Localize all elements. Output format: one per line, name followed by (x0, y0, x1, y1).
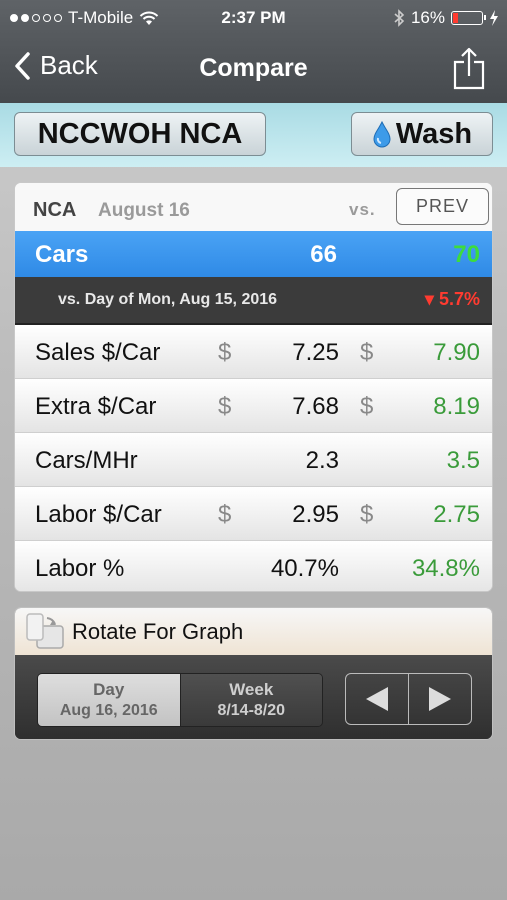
cars-current: 66 (310, 241, 337, 268)
metric-row: Extra $/Car $ 7.68 $ 8.19 (15, 379, 492, 433)
segment-day-date: Aug 16, 2016 (59, 702, 158, 719)
page-title: Compare (199, 54, 308, 82)
period-controls: Day Aug 16, 2016 Week 8/14-8/20 (15, 655, 492, 739)
metric-label: Labor % (35, 555, 125, 582)
triangle-left-icon (366, 687, 388, 711)
metric-current: 2.95 (292, 501, 339, 528)
metric-row: Cars/MHr 2.3 3.5 (15, 433, 492, 487)
water-drop-icon (373, 120, 391, 148)
metric-compare: 2.75 (433, 501, 480, 528)
prev-button[interactable]: PREV (396, 188, 489, 225)
card-header: NCA August 16 vs. PREV (15, 183, 492, 231)
bluetooth-icon (394, 9, 405, 27)
site-select-button[interactable]: NCCWOH NCA (14, 112, 266, 156)
metric-current: 7.25 (292, 339, 339, 366)
currency-sign: $ (360, 393, 374, 420)
comparison-text: vs. Day of Mon, Aug 15, 2016 (58, 291, 278, 308)
charging-icon (490, 10, 498, 26)
metric-current: 7.68 (292, 393, 339, 420)
metric-compare: 7.90 (433, 339, 480, 366)
rotate-hint: Rotate For Graph (15, 608, 492, 655)
wash-label: Wash (395, 117, 473, 150)
change-badge: ▾ 5.7% (424, 289, 480, 309)
period-segmented-control: Day Aug 16, 2016 Week 8/14-8/20 (37, 673, 323, 727)
previous-period-button[interactable] (346, 674, 409, 724)
segment-week-range: 8/14-8/20 (217, 702, 286, 719)
battery-icon (451, 11, 486, 25)
current-date: August 16 (98, 200, 190, 221)
cars-label: Cars (35, 241, 89, 268)
currency-sign: $ (218, 501, 232, 528)
share-button[interactable] (453, 46, 485, 95)
segment-day[interactable]: Day Aug 16, 2016 (38, 674, 180, 726)
metric-compare: 8.19 (433, 393, 480, 420)
segment-day-title: Day (93, 680, 125, 699)
period-stepper (345, 673, 472, 725)
metric-compare: 3.5 (446, 447, 480, 474)
share-icon (453, 47, 485, 90)
site-code: NCA (33, 199, 77, 221)
cars-compare: 70 (453, 241, 480, 268)
segment-week[interactable]: Week 8/14-8/20 (179, 674, 322, 726)
compare-card: NCA August 16 vs. PREV Cars 66 70 vs. Da… (14, 182, 493, 592)
status-right: 16% (393, 8, 499, 28)
nav-bar: Back Compare (0, 36, 507, 103)
status-bar: T-Mobile 2:37 PM 16% (0, 0, 507, 36)
segment-week-title: Week (229, 680, 274, 699)
wash-button[interactable]: Wash (351, 112, 493, 156)
metric-compare: 34.8% (411, 555, 480, 582)
currency-sign: $ (360, 501, 374, 528)
metric-label: Sales $/Car (35, 339, 161, 366)
metric-row: Sales $/Car $ 7.25 $ 7.90 (15, 325, 492, 379)
battery-percent: 16% (410, 8, 445, 27)
rotate-label: Rotate For Graph (72, 619, 244, 644)
currency-sign: $ (218, 393, 232, 420)
metric-label: Extra $/Car (35, 393, 157, 420)
graph-panel: Rotate For Graph Day Aug 16, 2016 Week 8… (14, 607, 493, 740)
next-period-button[interactable] (409, 674, 471, 724)
metric-row: Labor $/Car $ 2.95 $ 2.75 (15, 487, 492, 541)
triangle-right-icon (429, 687, 451, 711)
currency-sign: $ (218, 339, 232, 366)
metric-label: Cars/MHr (35, 447, 138, 474)
rotate-device-icon (26, 613, 64, 649)
currency-sign: $ (360, 339, 374, 366)
site-bar: NCCWOH NCA Wash (0, 103, 507, 167)
vs-label: vs. (349, 200, 376, 219)
top-bar: T-Mobile 2:37 PM 16% Back Compare (0, 0, 507, 103)
comparison-row: vs. Day of Mon, Aug 15, 2016 ▾ 5.7% (15, 277, 492, 325)
metric-current: 2.3 (305, 447, 339, 474)
metric-current: 40.7% (270, 555, 339, 582)
cars-row: Cars 66 70 (15, 231, 492, 277)
metric-row: Labor % 40.7% 34.8% (15, 541, 492, 591)
metric-label: Labor $/Car (35, 501, 162, 528)
